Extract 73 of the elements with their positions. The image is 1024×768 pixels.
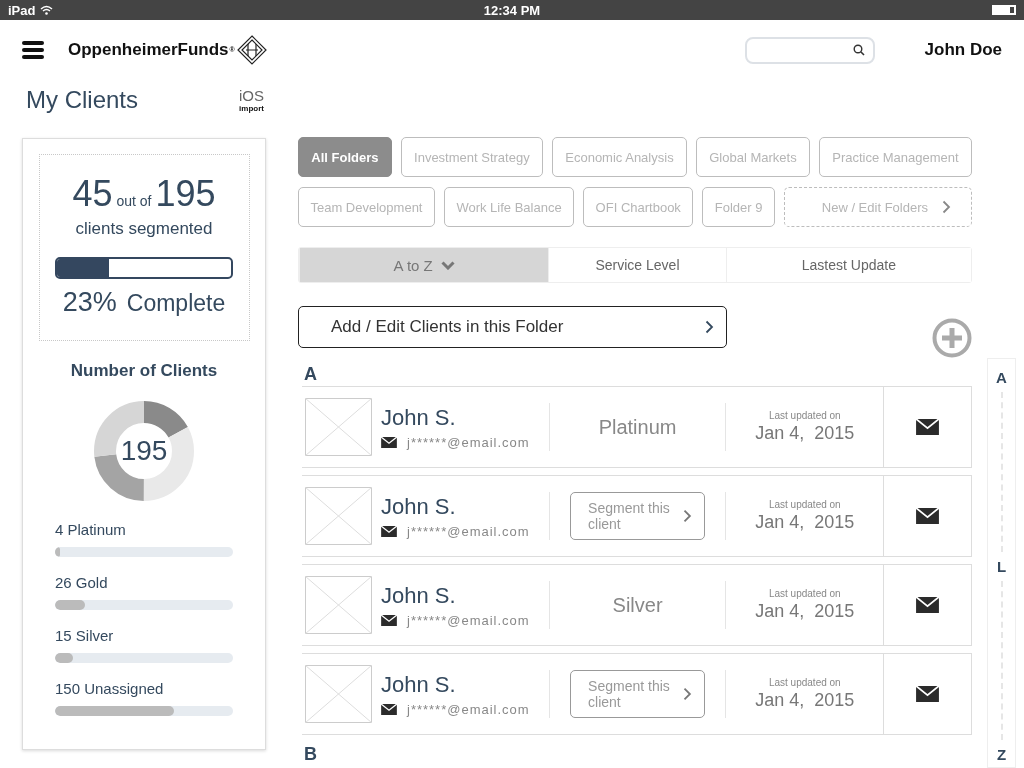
out-of-label: out of xyxy=(116,193,152,209)
segmented-caption: clients segmented xyxy=(75,219,213,239)
page-title: My Clients xyxy=(26,86,139,114)
client-email: j******@email.com xyxy=(407,434,530,450)
email-button[interactable] xyxy=(883,387,972,467)
knot-logo-icon xyxy=(236,35,267,65)
donut-total: 195 xyxy=(119,435,169,467)
total-count: 195 xyxy=(155,173,216,215)
add-edit-clients-button[interactable]: Add / Edit Clients in this Folder xyxy=(298,306,727,348)
tier-label: 4 Platinum xyxy=(55,521,127,538)
chevron-down-icon xyxy=(440,260,455,270)
updated-label: Last updated on xyxy=(768,410,841,421)
photo-placeholder xyxy=(305,665,372,723)
updated-label: Last updated on xyxy=(768,588,841,599)
email-button[interactable] xyxy=(883,565,972,645)
sort-tab[interactable]: Lastest Update xyxy=(725,248,971,282)
chevron-right-icon xyxy=(942,200,951,214)
segmented-count: 45 xyxy=(72,173,113,215)
client-name[interactable]: John S. xyxy=(381,582,549,609)
chevron-right-icon xyxy=(705,320,714,334)
battery-icon xyxy=(992,5,1016,15)
tier-label: 15 Silver xyxy=(55,627,115,644)
index-letter[interactable]: Z xyxy=(996,746,1007,763)
index-letter[interactable]: A xyxy=(996,369,1007,386)
client-name[interactable]: John S. xyxy=(381,404,549,431)
service-level: Platinum xyxy=(598,415,677,439)
email-button[interactable] xyxy=(883,654,972,734)
photo-placeholder xyxy=(305,576,372,634)
email-button[interactable] xyxy=(883,476,972,556)
updated-date: Jan 4, 2015 xyxy=(755,423,855,444)
email-icon xyxy=(381,703,397,715)
chevron-right-icon xyxy=(683,687,693,701)
email-icon xyxy=(916,419,940,435)
section-letter: B xyxy=(304,744,317,764)
updated-label: Last updated on xyxy=(768,677,841,688)
import-badge-sublabel[interactable]: import xyxy=(239,104,264,113)
updated-date: Jan 4, 2015 xyxy=(755,512,855,533)
tier-label: 26 Gold xyxy=(55,574,109,591)
photo-placeholder xyxy=(305,487,372,545)
complete-label: Complete xyxy=(126,290,226,317)
email-icon xyxy=(381,436,397,448)
service-level: Silver xyxy=(612,593,663,617)
updated-label: Last updated on xyxy=(768,499,841,510)
updated-date: Jan 4, 2015 xyxy=(755,690,855,711)
client-name[interactable]: John S. xyxy=(381,493,549,520)
chevron-right-icon xyxy=(683,509,693,523)
email-icon xyxy=(916,597,940,613)
client-email: j******@email.com xyxy=(407,523,530,539)
device-label: iPad xyxy=(8,2,36,18)
chart-title: Number of Clients xyxy=(70,361,218,381)
client-email: j******@email.com xyxy=(407,612,530,628)
sort-tab[interactable]: A to Z xyxy=(299,248,549,282)
menu-icon[interactable] xyxy=(22,41,44,59)
client-email: j******@email.com xyxy=(407,701,530,717)
folder-tab[interactable]: All Folders xyxy=(298,137,392,177)
email-icon xyxy=(381,614,397,626)
email-icon xyxy=(916,508,940,524)
search-icon xyxy=(852,44,865,56)
email-icon xyxy=(916,686,940,702)
wifi-icon xyxy=(40,5,54,15)
index-letter[interactable]: L xyxy=(996,557,1007,575)
email-icon xyxy=(381,525,397,537)
percent-complete: 23% xyxy=(62,287,117,318)
section-letter: A xyxy=(304,364,317,384)
client-name[interactable]: John S. xyxy=(381,671,549,698)
tier-label: 150 Unassigned xyxy=(55,680,165,697)
clock-time: 12:34 PM xyxy=(483,2,541,18)
import-badge-label[interactable]: iOS xyxy=(239,87,264,104)
updated-date: Jan 4, 2015 xyxy=(755,601,855,622)
brand-name: OppenheimerFunds xyxy=(68,40,229,60)
search-field[interactable] xyxy=(744,36,875,64)
photo-placeholder xyxy=(305,398,372,456)
user-name[interactable]: John Doe xyxy=(924,40,1002,60)
